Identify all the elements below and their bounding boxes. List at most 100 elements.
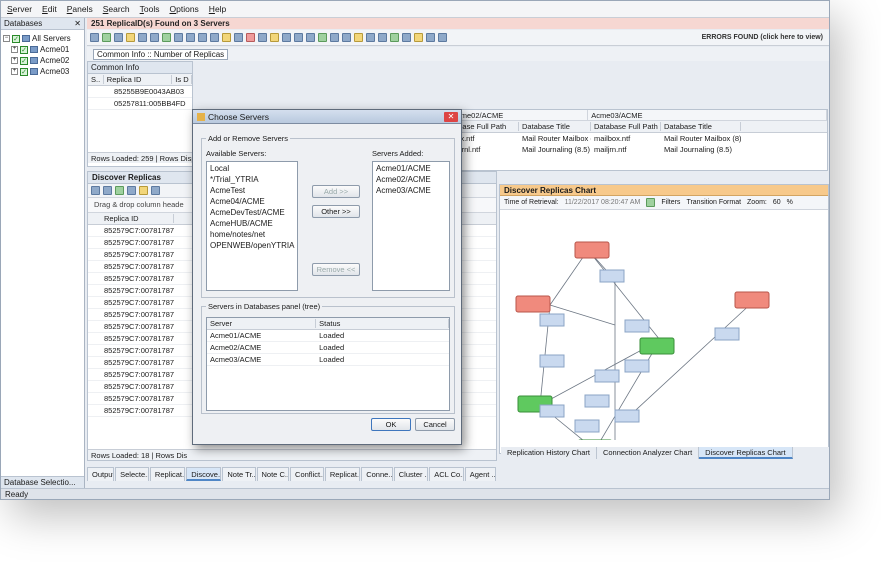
menu-edit[interactable]: Edit [42,4,57,14]
menu-help[interactable]: Help [209,4,226,14]
table-row[interactable]: box.ntf Mail Router Mailbox (8) mailbox.… [449,133,827,144]
table-row[interactable]: Acme03/ACME Loaded [207,354,449,366]
checkbox-checked-icon[interactable]: ✓ [20,67,28,76]
replica-graph[interactable] [500,210,828,457]
group-icon[interactable] [138,33,147,42]
add-button[interactable]: Add >> [312,185,360,198]
expand-icon[interactable]: + [11,46,18,53]
graph-node-red[interactable] [574,241,610,259]
close-icon[interactable]: ✕ [74,19,81,28]
sort-icon[interactable] [139,186,148,195]
menu-server[interactable]: Server [7,4,32,14]
zoom-value[interactable]: 60 [773,199,781,206]
tab-discover[interactable]: Discove... [186,467,222,481]
table-row[interactable]: Acme02/ACME Loaded [207,342,449,354]
image-icon[interactable] [646,198,656,207]
ok-button[interactable]: OK [371,418,411,431]
export-icon[interactable] [162,33,171,42]
filter-icon[interactable] [127,186,136,195]
expand-icon[interactable]: + [11,68,18,75]
remove-icon[interactable] [114,33,123,42]
folder-icon[interactable] [222,33,231,42]
key-icon[interactable] [414,33,423,42]
tab-note-tr[interactable]: Note Tr... [222,467,256,481]
layout-icon[interactable] [378,33,387,42]
filter-icon[interactable] [126,33,135,42]
check-icon[interactable] [318,33,327,42]
menu-panels[interactable]: Panels [67,4,93,14]
refresh-icon[interactable] [103,186,112,195]
info-icon[interactable] [438,33,447,42]
list-item[interactable]: home/notes/net [210,230,294,241]
refresh-icon[interactable] [90,33,99,42]
menu-options[interactable]: Options [169,4,198,14]
menu-search[interactable]: Search [103,4,130,14]
errors-found-link[interactable]: ERRORS FOUND (click here to view) [702,30,823,45]
tab-note-c[interactable]: Note C... [256,467,290,481]
tab-agent[interactable]: Agent ... [464,467,496,481]
list-item[interactable]: AcmeDevTest/ACME [210,208,294,219]
expand-icon[interactable]: + [11,57,18,64]
tab-output[interactable]: Output [87,467,115,481]
cancel-button[interactable]: Cancel [415,418,455,431]
tab-discover-replicas-chart[interactable]: Discover Replicas Chart [699,447,793,459]
zoom-in-icon[interactable] [294,33,303,42]
grid-icon[interactable] [91,186,100,195]
graph-node-red[interactable] [515,295,551,313]
tab-replication-history-chart[interactable]: Replication History Chart [501,447,597,459]
tree-item-server[interactable]: + ✓ Acme03 [3,66,82,77]
common-info-combo[interactable]: Common Info :: Number of Replicas [93,48,229,60]
database-selection-tab[interactable]: Database Selectio... [1,476,84,488]
print-icon[interactable] [330,33,339,42]
tab-connection-analyzer-chart[interactable]: Connection Analyzer Chart [597,447,700,459]
filters-button[interactable]: Filters [661,199,680,206]
tab-replicat[interactable]: Replicat... [149,467,186,481]
table-row[interactable]: 05257811:005BB4FD [88,98,192,110]
add-icon[interactable] [102,33,111,42]
tab-acl-co[interactable]: ACL Co... [429,467,464,481]
table-icon[interactable] [198,33,207,42]
list-item[interactable]: Local [210,164,294,175]
tree-item-all-servers[interactable]: − ✓ All Servers [3,33,82,44]
list-item[interactable]: AcmeHUB/ACME [210,219,294,230]
sort-icon[interactable] [150,33,159,42]
view-icon[interactable] [342,33,351,42]
columns-icon[interactable] [186,33,195,42]
add-icon[interactable] [115,186,124,195]
available-servers-list[interactable]: Local */Trial_YTRIA AcmeTest Acme04/ACME… [206,161,298,291]
export-icon[interactable] [151,186,160,195]
list-item[interactable]: AcmeTest [210,186,294,197]
transition-format-button[interactable]: Transition Format [686,199,741,206]
note-icon[interactable] [354,33,363,42]
checkbox-checked-icon[interactable]: ✓ [20,56,28,65]
checkbox-checked-icon[interactable]: ✓ [20,45,28,54]
list-icon[interactable] [210,33,219,42]
other-button[interactable]: Other >> [312,205,360,218]
tab-conflict[interactable]: Conflict... [290,467,324,481]
tab-conne[interactable]: Conne... [361,467,393,481]
table-row[interactable]: mljrnl.ntf Mail Journaling (8.5) mailjrn… [449,144,827,155]
table-row[interactable]: 85255B9E0043AB03 [88,86,192,98]
grid-icon[interactable] [174,33,183,42]
servers-added-list[interactable]: Acme01/ACME Acme02/ACME Acme03/ACME [372,161,450,291]
link-icon[interactable] [402,33,411,42]
document-icon[interactable] [390,33,399,42]
zoom-out-icon[interactable] [306,33,315,42]
list-item[interactable]: OPENWEB/openYTRIA [210,241,294,252]
table-row[interactable]: Acme01/ACME Loaded [207,330,449,342]
tree-item-server[interactable]: + ✓ Acme02 [3,55,82,66]
checkbox-checked-icon[interactable]: ✓ [12,34,20,43]
delete-icon[interactable] [246,33,255,42]
close-icon[interactable]: ✕ [444,111,458,122]
tab-cluster[interactable]: Cluster ... [393,467,429,481]
list-item[interactable]: Acme03/ACME [376,186,446,197]
copy-icon[interactable] [234,33,243,42]
lock-icon[interactable] [426,33,435,42]
graph-node-green[interactable] [639,337,675,355]
settings-icon[interactable] [258,33,267,42]
tree-item-server[interactable]: + ✓ Acme01 [3,44,82,55]
search-icon[interactable] [282,33,291,42]
collapse-icon[interactable]: − [3,35,10,42]
list-item[interactable]: */Trial_YTRIA [210,175,294,186]
chart-icon[interactable] [270,33,279,42]
